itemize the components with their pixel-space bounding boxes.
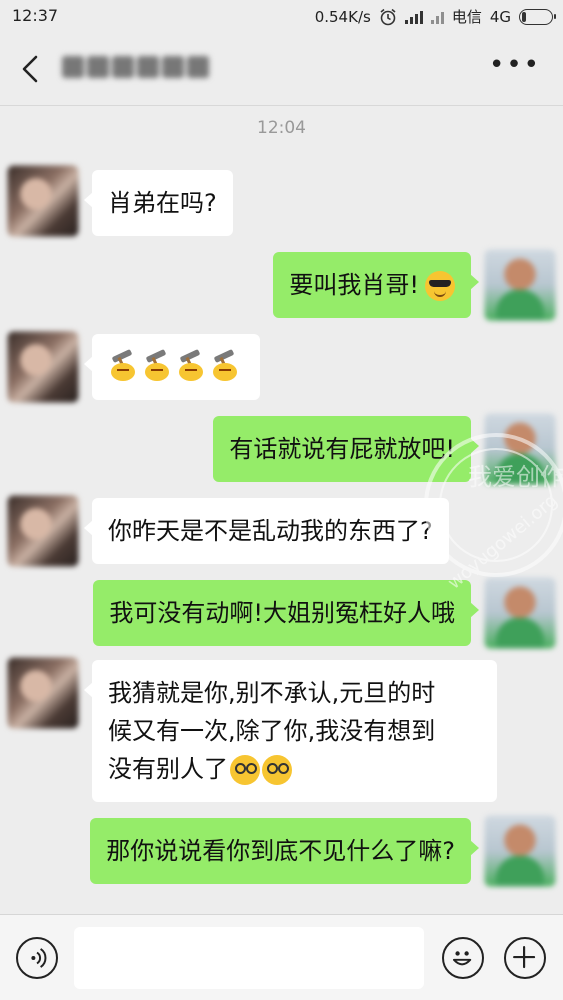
battery-icon xyxy=(519,8,556,25)
hammer-emoji-icon xyxy=(142,349,172,383)
avatar[interactable] xyxy=(7,495,79,567)
avatar[interactable] xyxy=(484,815,556,887)
signal-icon xyxy=(404,10,423,24)
avatar[interactable] xyxy=(484,577,556,649)
message-text: 你昨天是不是乱动我的东西了? xyxy=(108,517,433,545)
dizzy-emoji-icon xyxy=(262,755,292,785)
message-bubble[interactable]: 有话就说有屁就放吧! xyxy=(213,416,479,482)
hammer-emoji-icon xyxy=(176,349,206,383)
chat-timestamp: 12:04 xyxy=(257,118,306,138)
message-bubble[interactable]: 我猜就是你,别不承认,元旦的时 候又有一次,除了你,我没有想到 没有别人了 xyxy=(84,660,497,802)
contact-name-blurred xyxy=(62,56,209,78)
message-bubble[interactable]: 肖弟在吗? xyxy=(84,170,233,236)
avatar[interactable] xyxy=(7,657,79,729)
avatar[interactable] xyxy=(7,331,79,403)
message-text: 我可没有动啊!大姐别冤枉好人哦 xyxy=(109,599,455,627)
message-text: 那你说说看你到底不见什么了嘛? xyxy=(106,837,455,865)
message-bubble[interactable] xyxy=(84,334,260,400)
message-text-line: 候又有一次,除了你,我没有想到 xyxy=(108,717,436,745)
message-bubble[interactable]: 你昨天是不是乱动我的东西了? xyxy=(84,498,449,564)
message-text-line: 我猜就是你,别不承认,元旦的时 xyxy=(108,679,436,707)
status-time: 12:37 xyxy=(12,6,59,25)
status-right: 0.54K/s 电信 4G xyxy=(314,6,556,27)
message-bubble[interactable]: 那你说说看你到底不见什么了嘛? xyxy=(90,818,479,884)
message-text: 要叫我肖哥! xyxy=(289,271,419,299)
message-text: 有话就说有屁就放吧! xyxy=(229,435,455,463)
message-bubble[interactable]: 我可没有动啊!大姐别冤枉好人哦 xyxy=(93,580,479,646)
alarm-icon xyxy=(380,8,396,25)
chat-header: ••• xyxy=(0,32,563,106)
sunglasses-emoji-icon xyxy=(425,271,455,301)
dizzy-emoji-icon xyxy=(230,755,260,785)
carrier-label: 电信 xyxy=(451,8,482,26)
message-text-line: 没有别人了 xyxy=(108,755,228,783)
message-bubble[interactable]: 要叫我肖哥! xyxy=(273,252,479,318)
chevron-left-icon[interactable] xyxy=(14,52,48,86)
more-button[interactable]: ••• xyxy=(489,52,541,78)
network-speed: 0.54K/s xyxy=(314,7,371,26)
signal-icon xyxy=(430,10,444,24)
plus-icon[interactable] xyxy=(504,937,546,979)
input-bar xyxy=(0,914,563,1000)
voice-icon[interactable] xyxy=(16,937,58,979)
avatar[interactable] xyxy=(7,165,79,237)
status-bar: 12:37 0.54K/s 电信 4G xyxy=(0,0,563,32)
hammer-emoji-icon xyxy=(108,349,138,383)
smiley-icon[interactable] xyxy=(442,937,484,979)
avatar[interactable] xyxy=(484,249,556,321)
hammer-emoji-icon xyxy=(210,349,240,383)
message-input[interactable] xyxy=(74,927,424,989)
message-text: 肖弟在吗? xyxy=(108,189,217,217)
avatar[interactable] xyxy=(484,413,556,485)
network-type: 4G xyxy=(489,7,511,26)
